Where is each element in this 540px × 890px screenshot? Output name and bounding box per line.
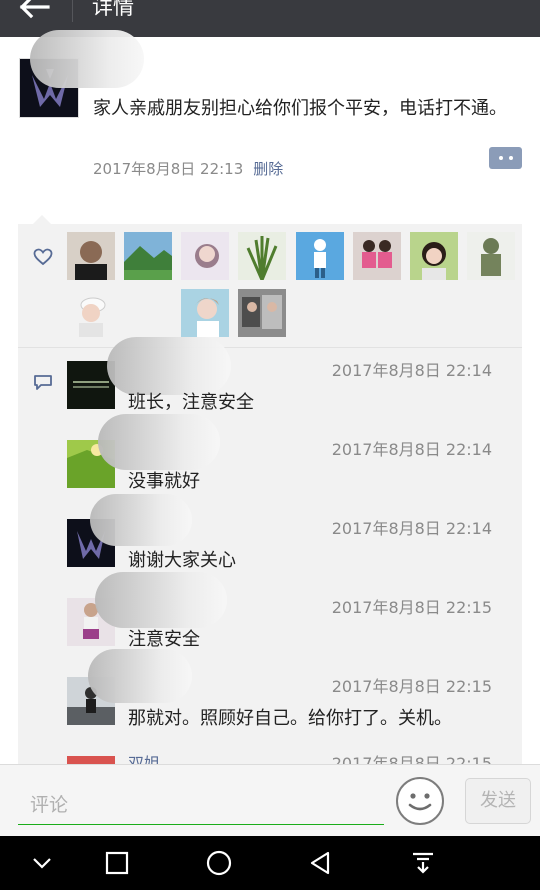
- liker-avatar[interactable]: [296, 232, 344, 280]
- nav-home-button[interactable]: [204, 848, 234, 878]
- avatar-image: [67, 232, 115, 280]
- comment-time: 2017年8月8日 22:14: [331, 519, 492, 538]
- redacted-commenter-name: [88, 649, 192, 703]
- liker-avatar[interactable]: [353, 232, 401, 280]
- system-nav-bar: [0, 836, 540, 890]
- nav-down-icon: [33, 858, 51, 869]
- liker-avatar[interactable]: [238, 289, 286, 337]
- nav-square-icon: [105, 851, 129, 875]
- delete-link[interactable]: 删除: [253, 160, 283, 178]
- nav-back-icon: [310, 851, 330, 875]
- comment-time: 2017年8月8日 22:14: [331, 440, 492, 459]
- redacted-commenter-name: [98, 414, 220, 470]
- liker-avatar[interactable]: [467, 232, 515, 280]
- post-text: 家人亲戚朋友别担心给你们报个平安，电话打不通。: [93, 98, 507, 119]
- avatar-image: [124, 232, 172, 280]
- comment-text: 班长，注意安全: [128, 392, 254, 413]
- back-button[interactable]: [14, 0, 54, 22]
- comment-text: 那就对。照顾好自己。给你打了。关机。: [128, 708, 452, 729]
- comment-text: 没事就好: [128, 471, 200, 492]
- liker-avatar[interactable]: [124, 232, 172, 280]
- nav-notification-button[interactable]: [408, 848, 438, 878]
- avatar-image: [410, 232, 458, 280]
- comment-icon: [34, 375, 52, 390]
- emoji-icon: [408, 793, 432, 811]
- liker-avatar[interactable]: [410, 232, 458, 280]
- post-meta: 2017年8月8日 22:13 删除: [93, 158, 283, 180]
- avatar-image: [467, 232, 515, 280]
- avatar-image: [296, 232, 344, 280]
- redacted-author-name: [30, 30, 144, 88]
- comment-input[interactable]: [18, 785, 384, 825]
- nav-down-button[interactable]: [27, 848, 57, 878]
- avatar-image: [67, 756, 115, 764]
- post-time: 2017年8月8日 22:13: [93, 160, 244, 178]
- screen: 详情 家人亲戚朋友别担心给你们报个平安，电话打不通。 2017年8月8日 22:…: [0, 0, 540, 890]
- avatar-image: [181, 289, 229, 337]
- comment-time: 2017年8月8日 22:15: [331, 754, 492, 764]
- nav-recents-button[interactable]: [102, 848, 132, 878]
- comment-time: 2017年8月8日 22:15: [331, 598, 492, 617]
- emoji-button[interactable]: [396, 777, 444, 825]
- topbar-divider: [72, 0, 73, 22]
- nav-home-icon: [206, 850, 232, 876]
- heart-icon: [33, 248, 53, 266]
- liker-avatar[interactable]: [67, 289, 115, 337]
- avatar-image: [238, 289, 286, 337]
- avatar-image: [181, 232, 229, 280]
- liker-avatar[interactable]: [181, 232, 229, 280]
- redacted-commenter-name: [107, 337, 231, 395]
- avatar-image: [238, 232, 286, 281]
- liker-avatar[interactable]: [67, 232, 115, 280]
- comment-text: 谢谢大家关心: [128, 550, 236, 571]
- nav-notification-icon: [413, 852, 433, 874]
- redacted-commenter-name: [95, 572, 227, 628]
- comment-time: 2017年8月8日 22:14: [331, 361, 492, 380]
- panel-arrow: [33, 215, 51, 224]
- redacted-commenter-name: [90, 494, 192, 546]
- back-arrow-icon: [19, 0, 50, 19]
- more-button[interactable]: [489, 147, 522, 169]
- commenter-name[interactable]: 双姐: [128, 754, 160, 764]
- avatar-image: [353, 232, 401, 280]
- nav-back-button[interactable]: [306, 848, 336, 878]
- panel-divider: [18, 347, 522, 348]
- avatar-image: [67, 289, 115, 337]
- liker-avatar[interactable]: [181, 289, 229, 337]
- comment-avatar[interactable]: [67, 756, 115, 764]
- send-button[interactable]: 发送: [465, 778, 531, 824]
- comment-time: 2017年8月8日 22:15: [331, 677, 492, 696]
- page-title: 详情: [92, 0, 134, 19]
- liker-avatar[interactable]: [238, 232, 286, 281]
- comment-input-bar: 发送: [0, 764, 540, 836]
